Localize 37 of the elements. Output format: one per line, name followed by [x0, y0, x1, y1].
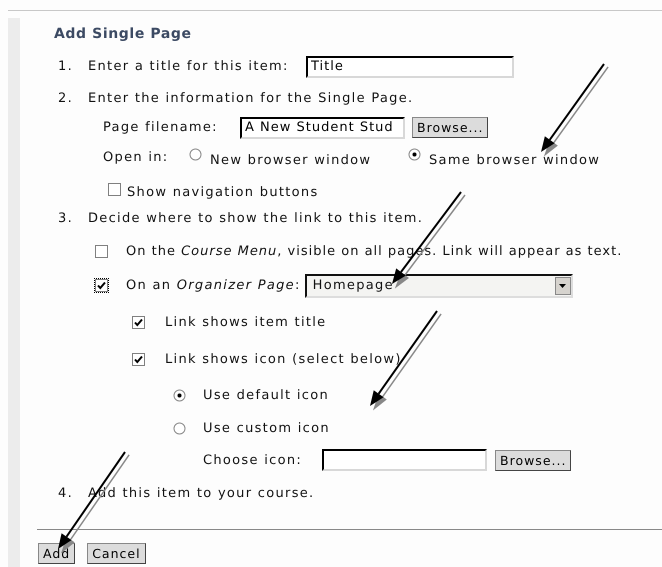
radio-button[interactable]	[408, 148, 421, 160]
checkbox[interactable]	[132, 352, 145, 366]
option-label: Same browser window	[429, 152, 600, 168]
add-button[interactable]: Add	[38, 543, 76, 564]
title-field[interactable]: Title	[306, 56, 514, 78]
checkbox[interactable]	[95, 244, 108, 258]
option-label: On an Organizer Page:	[126, 278, 301, 293]
field-label: Choose icon:	[203, 452, 304, 468]
cancel-button[interactable]: Cancel	[87, 543, 146, 564]
field-label: Open in:	[103, 150, 170, 165]
checkbox[interactable]	[132, 316, 145, 328]
form-heading: Add Single Page	[54, 26, 192, 42]
option-label: New browser window	[210, 152, 372, 168]
dropdown-arrow-icon	[559, 284, 566, 288]
step-label: Enter the information for the Single Page.	[88, 90, 414, 106]
browse-button[interactable]: Browse...	[495, 450, 572, 470]
step-number: 1.	[58, 59, 74, 74]
checkbox[interactable]	[108, 183, 121, 196]
step-number: 3.	[58, 211, 74, 226]
step-number: 4.	[58, 486, 74, 500]
page-dropdown[interactable]: Homepage	[304, 274, 573, 298]
step-number: 2.	[58, 90, 74, 106]
field-label: Page filename:	[103, 120, 219, 135]
option-label: Link shows icon (select below)	[165, 352, 402, 366]
option-label: Use default icon	[203, 388, 330, 403]
browse-button[interactable]: Browse...	[412, 117, 488, 138]
option-label: Show navigation buttons	[127, 185, 319, 200]
step-label: Enter a title for this item:	[88, 59, 290, 74]
checkbox[interactable]	[95, 279, 108, 292]
radio-button[interactable]	[189, 148, 202, 160]
icon-field[interactable]	[322, 449, 487, 471]
step-label: Decide where to show the link to this item.	[88, 211, 424, 226]
option-label: Link shows item title	[165, 314, 326, 330]
option-label: Use custom icon	[203, 421, 330, 436]
radio-button[interactable]	[173, 389, 186, 402]
filename-field[interactable]: A New Student Stud	[240, 116, 405, 138]
radio-button[interactable]	[173, 422, 186, 435]
